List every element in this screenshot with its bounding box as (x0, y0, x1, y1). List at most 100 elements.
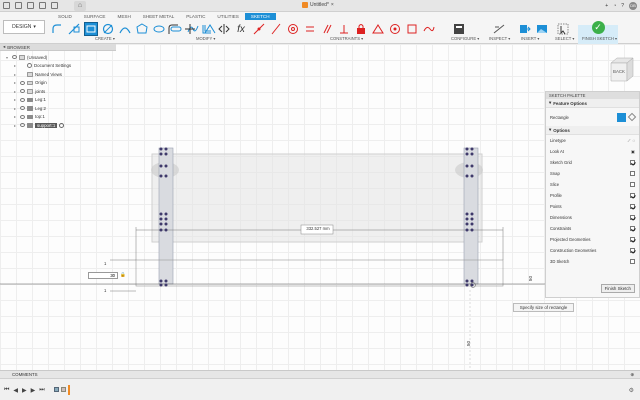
circle-tool-icon[interactable] (101, 22, 115, 36)
expand-comments-icon[interactable]: ⊕ (630, 372, 634, 378)
projected-geometries-checkbox[interactable] (630, 237, 635, 242)
redo-icon[interactable] (51, 2, 58, 9)
ellipse-tool-icon[interactable] (152, 22, 166, 36)
chevron-right-icon[interactable]: ▸ (14, 80, 18, 85)
two-point-rectangle-icon[interactable] (617, 112, 626, 122)
snap-checkbox[interactable] (630, 171, 635, 176)
polygon-tool-icon[interactable] (135, 22, 149, 36)
chevron-right-icon[interactable]: ▸ (14, 123, 18, 128)
last-step-icon[interactable]: ⏭ (39, 387, 44, 394)
visibility-eye-icon[interactable] (20, 80, 25, 85)
tab-surface[interactable]: SURFACE (78, 13, 112, 20)
browser-item-document-settings[interactable]: ▸ Document Settings (6, 62, 116, 71)
chevron-down-icon[interactable]: ▾ (6, 55, 10, 60)
finish-sketch-label[interactable]: FINISH SKETCH ▾ (582, 36, 617, 41)
function-tool-icon[interactable]: fx (234, 22, 248, 36)
next-step-icon[interactable]: ▶ (31, 387, 36, 394)
sketch-grid-checkbox[interactable] (630, 160, 635, 165)
settings-gear-icon[interactable]: ⚙ (629, 387, 634, 394)
line-tool-icon[interactable] (67, 22, 81, 36)
timeline-marker[interactable] (68, 385, 70, 395)
app-grid-icon[interactable] (3, 2, 10, 9)
finish-sketch-button[interactable]: ✓ (580, 21, 616, 37)
browser-item-support-1[interactable]: ▸ support:1 (6, 121, 116, 130)
trim-tool-icon[interactable] (183, 22, 197, 36)
visibility-eye-icon[interactable] (12, 55, 17, 60)
palette-header[interactable]: SKETCH PALETTE (546, 92, 639, 99)
browser-header[interactable]: ◂ BROWSER (0, 44, 116, 51)
select-cursor-icon[interactable] (556, 22, 570, 36)
visibility-eye-icon[interactable] (20, 106, 25, 111)
document-tab[interactable]: Untitled* × (302, 2, 334, 8)
offset-tool-icon[interactable] (200, 22, 214, 36)
slice-checkbox[interactable] (630, 182, 635, 187)
chevron-right-icon[interactable]: ▸ (14, 97, 18, 102)
perpendicular-icon[interactable] (337, 22, 351, 36)
activate-radio-icon[interactable] (59, 122, 65, 128)
new-tab-icon[interactable]: + (605, 3, 608, 9)
constraints-checkbox[interactable] (630, 226, 635, 231)
workspace-switcher[interactable]: DESIGN ▾ (3, 20, 45, 34)
construction-geometries-checkbox[interactable] (630, 248, 635, 253)
tab-utilities[interactable]: UTILITIES (211, 13, 244, 20)
palette-finish-sketch-button[interactable]: Finish Sketch (600, 284, 635, 293)
tab-plastic[interactable]: PLASTIC (180, 13, 211, 20)
configure-icon[interactable] (452, 22, 466, 36)
collapse-icon[interactable]: ◂ (3, 44, 5, 50)
undo-arrow-icon[interactable] (50, 22, 64, 36)
browser-item-leg-1[interactable]: ▸ Leg:1 (6, 96, 116, 105)
chevron-right-icon[interactable]: ▸ (14, 106, 18, 111)
tab-mesh[interactable]: MESH (112, 13, 137, 20)
configure-group-label[interactable]: CONFIGURE ▾ (451, 36, 479, 41)
view-cube[interactable]: BACK (605, 55, 635, 85)
fillet-tool-icon[interactable] (166, 22, 180, 36)
visibility-eye-icon[interactable] (20, 114, 25, 119)
browser-item-root[interactable]: ▾ (Unsaved) (6, 53, 116, 62)
home-icon[interactable]: ⌂ (74, 1, 86, 11)
first-step-icon[interactable]: ⏮ (4, 387, 9, 394)
lock-icon[interactable] (354, 22, 368, 36)
tab-solid[interactable]: SOLID (52, 13, 78, 20)
comments-bar[interactable]: COMMENTS ⊕ (0, 370, 640, 378)
horizontal-dimension-label[interactable]: 332.527 mm (303, 226, 333, 231)
mirror-tool-icon[interactable] (217, 22, 231, 36)
arc-tool-icon[interactable] (118, 22, 132, 36)
look-at-icon[interactable]: ▣ (631, 149, 635, 154)
modify-group-label[interactable]: MODIFY ▾ (196, 36, 215, 41)
parallel-icon[interactable] (320, 22, 334, 36)
constraints-group-label[interactable]: CONSTRAINTS ▾ (330, 36, 363, 41)
profile-checkbox[interactable] (630, 193, 635, 198)
browser-item-top-1[interactable]: ▸ top:1 (6, 113, 116, 122)
select-group-label[interactable]: SELECT ▾ (555, 36, 574, 41)
feature-options-section[interactable]: ▾ Feature Options (546, 99, 639, 108)
inspect-group-label[interactable]: INSPECT ▾ (489, 36, 510, 41)
file-icon[interactable] (15, 2, 22, 9)
lock-dimension-icon[interactable]: 🔒 (120, 272, 126, 278)
save-icon[interactable] (27, 2, 34, 9)
close-tab-icon[interactable]: × (331, 2, 334, 8)
insert-group-label[interactable]: INSERT ▾ (521, 36, 539, 41)
collinear-icon[interactable] (269, 22, 283, 36)
visibility-eye-icon[interactable] (20, 89, 25, 94)
browser-item-named-views[interactable]: ▸ Named Views (6, 70, 116, 79)
browser-item-joints[interactable]: ▸ joints (6, 87, 116, 96)
concentric-icon[interactable] (286, 22, 300, 36)
avatar[interactable]: DB (629, 2, 637, 10)
create-group-label[interactable]: CREATE ▾ (95, 36, 115, 41)
dimension-input[interactable] (88, 272, 118, 279)
chevron-right-icon[interactable]: ▸ (14, 63, 18, 68)
chevron-right-icon[interactable]: ▸ (14, 72, 18, 77)
tab-sketch[interactable]: SKETCH (244, 13, 276, 20)
browser-item-origin[interactable]: ▸ Origin (6, 79, 116, 88)
tangent-icon[interactable] (405, 22, 419, 36)
symmetric-icon[interactable] (388, 22, 402, 36)
equal-icon[interactable] (303, 22, 317, 36)
chevron-right-icon[interactable]: ▸ (14, 89, 18, 94)
chevron-right-icon[interactable]: ▸ (14, 114, 18, 119)
midpoint-icon[interactable] (371, 22, 385, 36)
visibility-eye-icon[interactable] (20, 97, 25, 102)
visibility-eye-icon[interactable] (20, 123, 25, 128)
tab-sheet-metal[interactable]: SHEET METAL (137, 13, 180, 20)
previous-step-icon[interactable]: ◀ (13, 387, 18, 394)
dimensions-checkbox[interactable] (630, 215, 635, 220)
